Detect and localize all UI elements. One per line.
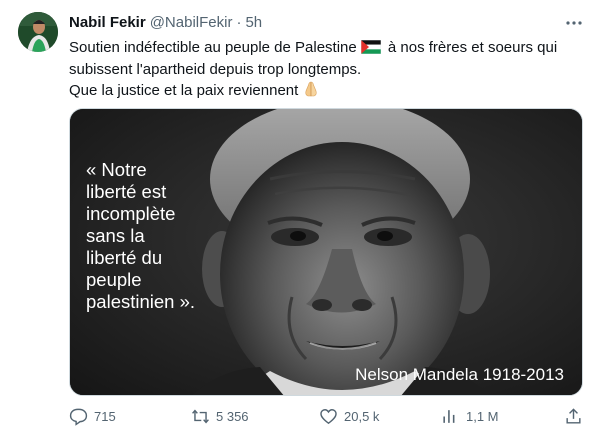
author-handle[interactable]: @NabilFekir	[150, 14, 233, 31]
tweet-header: Nabil Fekir @NabilFekir · 5h	[69, 14, 262, 31]
views-count: 1,1 M	[466, 408, 499, 424]
tweet-actions: 715 5 356 20,5 k 1,1 M	[69, 404, 584, 428]
reply-button[interactable]: 715	[69, 404, 116, 428]
tweet-line-3: Que la justice et la paix reviennent	[69, 80, 584, 104]
tweet-image[interactable]: « Notre liberté est incomplète sans la l…	[69, 108, 583, 396]
image-quote-text: « Notre liberté est incomplète sans la l…	[86, 159, 196, 312]
palestine-flag-icon	[360, 39, 382, 60]
author-name[interactable]: Nabil Fekir	[69, 14, 146, 31]
like-count: 20,5 k	[344, 408, 380, 424]
more-icon[interactable]	[564, 13, 584, 33]
reply-count: 715	[94, 408, 116, 424]
like-button[interactable]: 20,5 k	[319, 404, 379, 428]
views-icon[interactable]	[441, 407, 460, 426]
share-button[interactable]	[564, 404, 583, 428]
avatar[interactable]	[18, 12, 58, 52]
tweet-line-2: subissent l'apartheid depuis trop longte…	[69, 61, 362, 78]
tweet: Nabil Fekir @NabilFekir · 5h Soutien ind…	[0, 0, 600, 442]
share-icon[interactable]	[564, 407, 583, 426]
reply-icon[interactable]	[69, 407, 88, 426]
retweet-button[interactable]: 5 356	[191, 404, 249, 428]
retweet-count: 5 356	[216, 408, 249, 424]
separator-dot: ·	[236, 14, 242, 31]
tweet-line-1-end: à nos frères et soeurs qui	[387, 39, 558, 56]
tweet-text: Soutien indéfectible au peuple de Palest…	[69, 38, 584, 104]
tweet-line-1-start: Soutien indéfectible au peuple de Palest…	[69, 39, 357, 56]
tweet-line-3-text: Que la justice et la paix reviennent	[69, 82, 299, 99]
image-caption: Nelson Mandela 1918-2013	[355, 365, 564, 384]
tweet-line-1: Soutien indéfectible au peuple de Palest…	[69, 38, 584, 60]
folded-hands-icon	[302, 80, 320, 104]
retweet-icon[interactable]	[191, 407, 210, 426]
views-button[interactable]: 1,1 M	[441, 404, 499, 428]
like-icon[interactable]	[319, 407, 338, 426]
timestamp[interactable]: 5h	[245, 14, 262, 31]
